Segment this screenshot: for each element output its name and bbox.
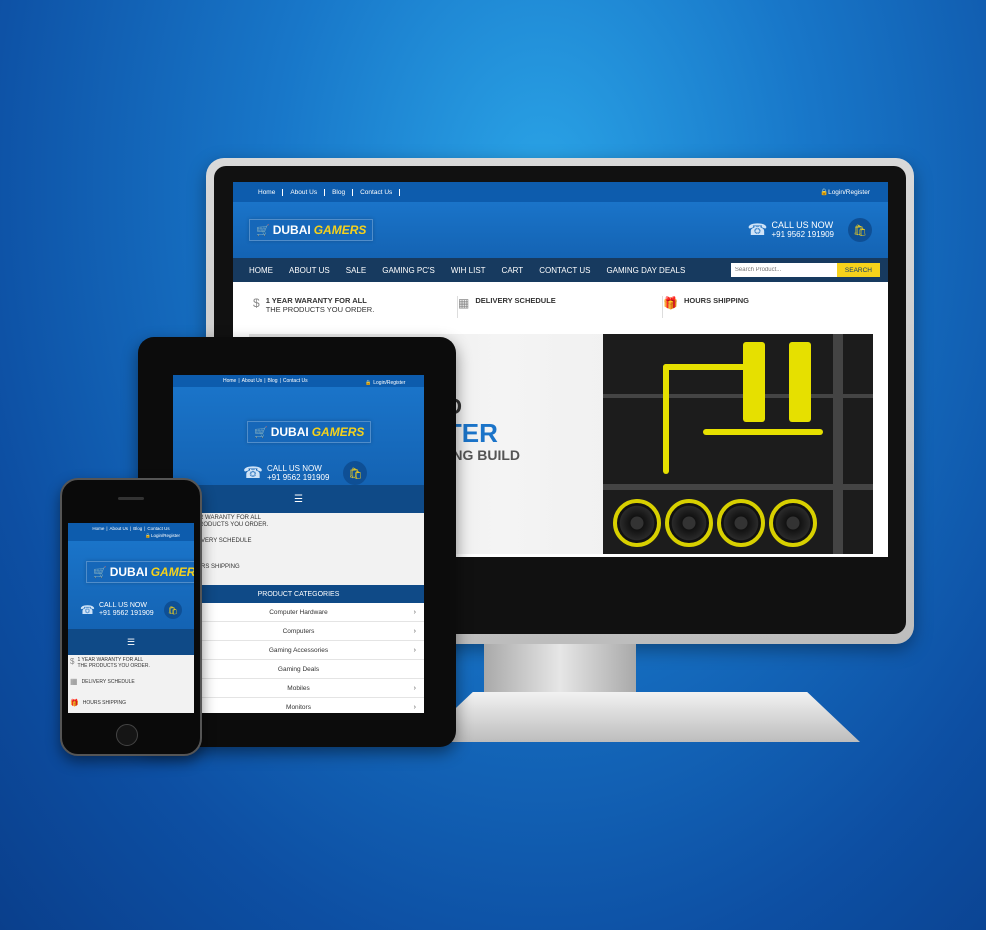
nav-sale[interactable]: SALE: [338, 266, 374, 275]
nav-about[interactable]: ABOUT US: [281, 266, 338, 275]
phone-login-link[interactable]: 🔒Login/Register: [68, 533, 194, 541]
tablet-link-about[interactable]: About Us: [240, 378, 265, 384]
search-button[interactable]: SEARCH: [836, 263, 880, 277]
topbar-link-home[interactable]: Home: [251, 188, 284, 196]
cart-logo-icon: 🛒: [93, 566, 107, 579]
tablet-link-blog[interactable]: Blog: [266, 378, 280, 384]
gift-icon: 🎁: [663, 296, 678, 310]
search-input[interactable]: [730, 263, 837, 277]
category-computer-hardware[interactable]: Computer Hardware ›: [173, 603, 424, 622]
monitor-stand-neck: [484, 644, 636, 694]
tablet-screen: Home | About Us | Blog | Contact Us 🔒 Login/…: [173, 375, 424, 713]
nav-cart[interactable]: CART: [494, 266, 532, 275]
monitor-stand-base: [420, 692, 860, 742]
phone-icon: ☎: [80, 603, 95, 617]
phone-call-box: ☎ CALL US NOW +91 9562 191909 🛍: [80, 601, 182, 619]
tablet-header: 🛒 DUBAI GAMERS ☎ CALL US NOW +91 9562 19…: [173, 387, 424, 485]
dollar-icon: $: [253, 296, 260, 310]
phone-icon: ☎: [747, 222, 768, 239]
phone-screen: Home | About Us | Blog | Contact Us 🔒Login/…: [68, 523, 194, 713]
phone-link-blog[interactable]: Blog: [131, 526, 144, 531]
dollar-icon: $: [70, 657, 75, 666]
feature-strip: $ 1 YEAR WARANTY FOR ALL THE PRODUCTS YOU…: [233, 282, 888, 334]
nav-gaming-pcs[interactable]: GAMING PC'S: [374, 266, 443, 275]
shopping-bag-icon[interactable]: 🛍: [343, 461, 368, 485]
nav-wish-list[interactable]: WIH LIST: [443, 266, 494, 275]
tablet-menu-toggle[interactable]: ☰: [173, 485, 424, 513]
top-bar: Home About Us Blog Contact Us 🔒Login/Reg…: [233, 182, 888, 202]
phone-home-button[interactable]: [116, 724, 138, 746]
feature-shipping: 🎁 HOURS SHIPPING: [663, 296, 749, 310]
category-mobiles[interactable]: Mobiles ›: [173, 679, 424, 698]
nav-home[interactable]: HOME: [241, 266, 281, 275]
cart-logo-icon: 🛒: [256, 224, 270, 237]
chevron-right-icon: ›: [413, 646, 416, 654]
topbar-link-blog[interactable]: Blog: [325, 188, 354, 196]
chevron-right-icon: ›: [413, 703, 416, 711]
chevron-right-icon: ›: [413, 684, 416, 692]
login-register-link[interactable]: 🔒Login/Register: [820, 188, 870, 196]
phone-icon: ☎: [243, 465, 263, 482]
hamburger-icon: ☰: [126, 636, 136, 647]
call-us-box: ☎ CALL US NOW +91 9562 191909 🛍: [748, 218, 872, 242]
phone-link-about[interactable]: About Us: [108, 526, 131, 531]
category-gaming-accessories[interactable]: Gaming Accessories ›: [173, 641, 424, 660]
search-form: SEARCH: [730, 263, 880, 277]
site-header: 🛒 DUBAI GAMERS ☎ CALL US NOW +91 9562 19…: [233, 202, 888, 258]
phone-header: 🛒 DUBAI GAMERS ☎ CALL US NOW +91 9562 19…: [68, 541, 194, 629]
site-logo[interactable]: 🛒 DUBAI GAMERS: [249, 219, 374, 241]
tablet-top-bar: Home | About Us | Blog | Contact Us 🔒 Login/…: [173, 375, 424, 387]
gift-icon: 🎁: [70, 700, 79, 707]
phone-speaker: [118, 497, 144, 500]
shopping-bag-icon[interactable]: 🛍: [848, 218, 872, 242]
category-computers[interactable]: Computers ›: [173, 622, 424, 641]
tablet-link-contact[interactable]: Contact Us: [281, 378, 310, 384]
tablet-link-home[interactable]: Home: [221, 378, 238, 384]
tablet-call-box: ☎ CALL US NOW +91 9562 191909 🛍: [243, 461, 368, 485]
tablet-logo[interactable]: 🛒 DUBAI GAMERS: [247, 421, 372, 443]
topbar-link-contact[interactable]: Contact Us: [353, 188, 401, 196]
lock-icon: 🔒: [819, 189, 829, 196]
phone-link-home[interactable]: Home: [90, 526, 106, 531]
tablet-feature-list: R WARANTY FOR ALL RODUCTS YOU ORDER. VER…: [173, 513, 424, 585]
phone-logo[interactable]: 🛒 DUBAI GAMERS: [86, 561, 194, 583]
call-number: +91 9562 191909: [771, 230, 834, 239]
topbar-link-about[interactable]: About Us: [283, 188, 326, 196]
main-nav: HOME ABOUT US SALE GAMING PC'S WIH LIST …: [233, 258, 888, 282]
phone-menu-toggle[interactable]: ☰: [68, 629, 194, 655]
nav-contact[interactable]: CONTACT US: [531, 266, 598, 275]
category-monitors[interactable]: Monitors ›: [173, 698, 424, 713]
calendar-icon: ▦: [458, 296, 470, 310]
calendar-icon: ▦: [70, 677, 78, 686]
tablet-login-link[interactable]: 🔒 Login/Register: [363, 380, 409, 386]
cart-logo-icon: 🛒: [254, 426, 268, 439]
shopping-bag-icon[interactable]: 🛍: [163, 601, 182, 619]
chevron-right-icon: ›: [413, 608, 416, 616]
phone-link-contact[interactable]: Contact Us: [145, 526, 171, 531]
hamburger-icon: ☰: [294, 493, 303, 505]
phone-top-bar: Home | About Us | Blog | Contact Us: [68, 523, 194, 533]
feature-delivery: ▦ DELIVERY SCHEDULE: [458, 296, 664, 318]
nav-gaming-day-deals[interactable]: GAMING DAY DEALS: [598, 266, 693, 275]
product-categories-header: PRODUCT CATEGORIES: [173, 585, 424, 603]
feature-warranty: $ 1 YEAR WARANTY FOR ALL THE PRODUCTS YOU…: [253, 296, 459, 318]
chevron-right-icon: ›: [413, 627, 416, 635]
water-cooled-pc-image: [603, 334, 873, 554]
category-gaming-deals[interactable]: Gaming Deals: [173, 660, 424, 679]
call-label: CALL US NOW: [771, 220, 834, 230]
phone-feature-list: $ 1 YEAR WARANTY FOR ALL THE PRODUCTS YOU…: [68, 655, 194, 713]
